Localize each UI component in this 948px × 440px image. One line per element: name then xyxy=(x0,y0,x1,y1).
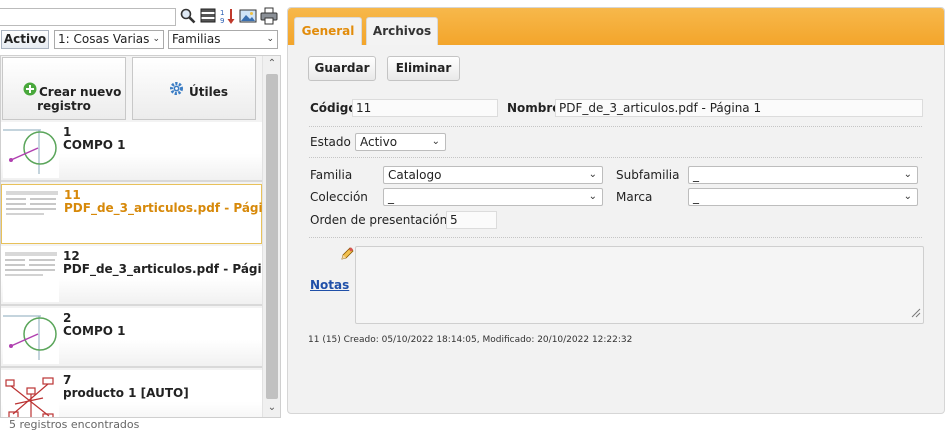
record-item[interactable]: 12 PDF_de_3_articulos.pdf - Página 1 xyxy=(1,246,280,306)
marca-label: Marca xyxy=(616,190,653,204)
save-button[interactable]: Guardar xyxy=(308,56,376,81)
chevron-down-icon: ⌄ xyxy=(431,136,440,147)
svg-text:1: 1 xyxy=(220,9,224,17)
activo-filter-button[interactable]: Activo xyxy=(1,30,49,49)
tab-bar: General Archivos xyxy=(288,8,944,45)
filter-row: Activo 1: Cosas Varias ⌄ Familias ⌄ xyxy=(0,30,281,49)
tab-archivos[interactable]: Archivos xyxy=(366,17,438,45)
category-select-value: 1: Cosas Varias xyxy=(58,32,150,46)
nombre-field[interactable]: PDF_de_3_articulos.pdf - Página 1 xyxy=(555,99,923,117)
record-status-line: 11 (15) Creado: 05/10/2022 18:14:05, Mod… xyxy=(308,335,633,345)
record-item-text: 12 PDF_de_3_articulos.pdf - Página 1 xyxy=(63,249,281,276)
group-select-value: Familias xyxy=(172,32,221,46)
utils-button[interactable]: Útiles xyxy=(132,57,256,120)
chevron-down-icon: ⌄ xyxy=(588,191,597,202)
subfamilia-select[interactable]: _ ⌄ xyxy=(688,166,918,184)
delete-button[interactable]: Eliminar xyxy=(387,56,460,81)
product-thumbnail xyxy=(3,374,59,417)
codigo-label: Código xyxy=(310,101,357,115)
list-view-icon[interactable] xyxy=(199,7,217,25)
compo-thumbnail xyxy=(3,126,59,178)
record-item-text: 1 COMPO 1 xyxy=(63,125,126,152)
chevron-down-icon[interactable]: ⌄ xyxy=(263,400,280,416)
coleccion-label: Colección xyxy=(310,190,368,204)
divider xyxy=(309,157,922,158)
category-select[interactable]: 1: Cosas Varias ⌄ xyxy=(54,30,164,49)
search-toolbar: 19 xyxy=(0,6,281,28)
marca-select-value: _ xyxy=(693,190,699,204)
search-icon[interactable] xyxy=(179,7,197,25)
add-icon xyxy=(23,82,37,99)
group-select[interactable]: Familias ⌄ xyxy=(168,30,278,49)
coleccion-select[interactable]: _ ⌄ xyxy=(383,188,603,206)
divider xyxy=(309,237,922,238)
pdf-thumbnail xyxy=(3,250,59,302)
orden-field[interactable]: 5 xyxy=(446,211,497,229)
record-detail-panel: General Archivos Guardar Eliminar Código… xyxy=(287,7,945,414)
print-icon[interactable] xyxy=(260,7,278,25)
familia-select[interactable]: Catalogo ⌄ xyxy=(383,166,603,184)
chevron-up-icon[interactable]: ⌃ xyxy=(263,56,280,72)
records-count: 5 registros encontrados xyxy=(9,418,140,431)
record-item[interactable]: 7 producto 1 [AUTO] xyxy=(1,370,262,417)
chevron-down-icon: ⌄ xyxy=(266,34,274,44)
create-record-button[interactable]: Crear nuevo registro xyxy=(2,57,126,120)
orden-label: Orden de presentación xyxy=(310,213,448,227)
utils-label: Útiles xyxy=(189,85,228,99)
record-item[interactable]: 1 COMPO 1 xyxy=(1,122,262,182)
subfamilia-select-value: _ xyxy=(693,168,699,182)
chevron-down-icon: ⌄ xyxy=(903,169,912,180)
divider xyxy=(309,126,922,127)
notas-textarea[interactable] xyxy=(355,246,924,324)
chevron-down-icon: ⌄ xyxy=(903,191,912,202)
pdf-thumbnail xyxy=(4,189,60,241)
estado-label: Estado xyxy=(310,135,351,149)
familia-select-value: Catalogo xyxy=(388,168,442,182)
record-list: Crear nuevo registro Útiles 1 COMPO 1 11 P… xyxy=(0,55,281,418)
scrollbar-thumb[interactable] xyxy=(266,74,278,399)
chevron-down-icon: ⌄ xyxy=(588,169,597,180)
record-item[interactable]: 2 COMPO 1 xyxy=(1,308,262,368)
sort-icon[interactable]: 19 xyxy=(219,7,237,25)
record-item-text: 7 producto 1 [AUTO] xyxy=(63,373,189,400)
pencil-icon[interactable] xyxy=(340,247,354,264)
create-record-label-1: Crear nuevo xyxy=(39,85,122,99)
chevron-down-icon: ⌄ xyxy=(152,34,160,44)
gear-icon xyxy=(169,81,184,99)
resize-handle-icon[interactable] xyxy=(909,306,921,321)
svg-text:9: 9 xyxy=(220,17,224,25)
estado-select-value: Activo xyxy=(360,135,398,149)
compo-thumbnail xyxy=(3,312,59,364)
records-panel: 19 Activo 1: Cosas Varias ⌄ Familias ⌄ C… xyxy=(0,0,281,440)
notas-link[interactable]: Notas xyxy=(310,278,349,292)
codigo-field[interactable]: 11 xyxy=(352,99,498,117)
estado-select[interactable]: Activo ⌄ xyxy=(355,133,446,151)
marca-select[interactable]: _ ⌄ xyxy=(688,188,918,206)
record-list-scrollbar[interactable]: ⌃ ⌄ xyxy=(262,56,280,417)
search-input[interactable] xyxy=(0,8,176,26)
tab-general[interactable]: General xyxy=(294,17,362,45)
nombre-label: Nombre xyxy=(507,101,561,115)
subfamilia-label: Subfamilia xyxy=(616,168,680,182)
record-item-text: 11 PDF_de_3_articulos.pdf - Página 1 xyxy=(64,188,281,215)
coleccion-select-value: _ xyxy=(388,190,394,204)
record-item-selected[interactable]: 11 PDF_de_3_articulos.pdf - Página 1 xyxy=(1,184,280,244)
create-record-label-2: registro xyxy=(37,99,91,113)
image-view-icon[interactable] xyxy=(239,7,257,25)
familia-label: Familia xyxy=(310,168,353,182)
record-item-text: 2 COMPO 1 xyxy=(63,311,126,338)
